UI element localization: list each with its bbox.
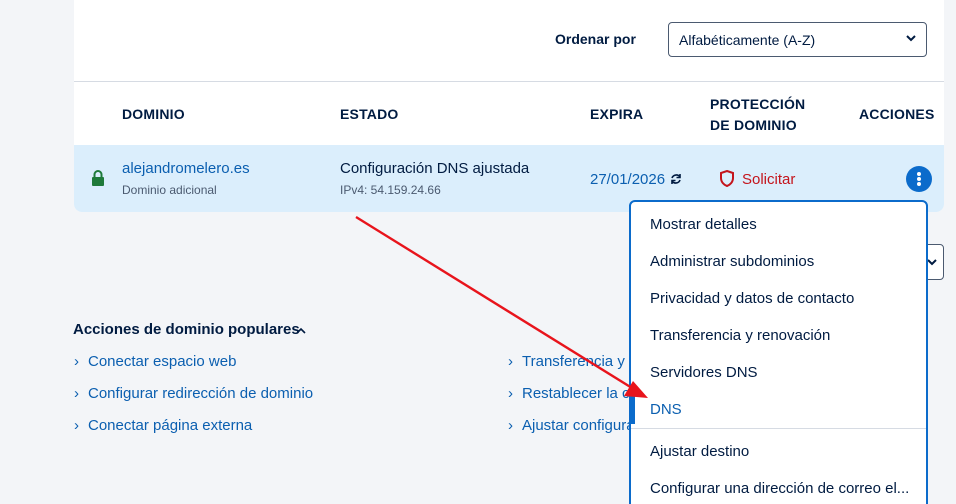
header-status: ESTADO [340,106,399,122]
chevron-right-icon: › [508,353,513,370]
actions-dropdown-menu: Mostrar detalles Administrar subdominios… [629,200,928,504]
chevron-right-icon: › [74,385,79,402]
popular-link-adjust-config[interactable]: › Ajustar configura [508,417,635,434]
menu-item-manage-subdomains[interactable]: Administrar subdominios [650,253,814,270]
chevron-right-icon: › [74,417,79,434]
popular-link-external-page[interactable]: › Conectar página externa [74,417,252,434]
expiry-date-link[interactable]: 27/01/2026 [590,171,665,188]
request-protection-link[interactable]: Solicitar [742,171,795,188]
header-domain: DOMINIO [122,106,185,122]
chevron-right-icon: › [508,417,513,434]
shield-icon [720,170,734,187]
popular-link-label: Restablecer la co [522,385,638,402]
popular-link-connect-webspace[interactable]: › Conectar espacio web [74,353,236,370]
domain-type: Dominio adicional [122,183,217,197]
active-indicator [631,396,635,424]
renew-icon [671,174,681,184]
header-actions: ACCIONES [859,106,935,122]
chevron-right-icon: › [74,353,79,370]
popular-link-label: Conectar página externa [88,417,253,434]
popular-link-transfer[interactable]: › Transferencia y r [508,353,634,370]
popular-link-label: Conectar espacio web [88,353,237,370]
popular-link-reset[interactable]: › Restablecer la co [508,385,638,402]
menu-item-dns-servers[interactable]: Servidores DNS [650,364,758,381]
header-protection-line1: PROTECCIÓN [710,96,806,112]
popular-link-redirect[interactable]: › Configurar redirección de dominio [74,385,313,402]
popular-link-label: Ajustar configura [522,417,635,434]
menu-item-show-details[interactable]: Mostrar detalles [650,216,757,233]
domain-name-link[interactable]: alejandromelero.es [122,160,250,177]
chevron-right-icon: › [508,385,513,402]
popular-link-label: Configurar redirección de dominio [88,385,314,402]
sort-select[interactable]: Alfabéticamente (A-Z) [668,22,927,57]
header-expires: EXPIRA [590,106,644,122]
domain-list-card: Ordenar por Alfabéticamente (A-Z) DOMINI… [74,0,944,212]
chevron-down-icon [906,35,916,42]
sort-bar: Ordenar por Alfabéticamente (A-Z) [74,0,944,82]
menu-item-dns[interactable]: DNS [650,401,682,418]
domain-status: Configuración DNS ajustada [340,160,530,177]
header-protection-line2: DE DOMINIO [710,117,797,133]
lock-icon [92,170,104,186]
popular-link-label: Transferencia y r [522,353,634,370]
more-actions-button[interactable] [906,166,932,192]
domain-status-detail: IPv4: 54.159.24.66 [340,183,441,197]
menu-item-configure-email[interactable]: Configurar una dirección de correo el... [650,480,909,497]
chevron-up-icon[interactable] [295,325,307,335]
sort-label: Ordenar por [555,31,636,47]
sort-select-value: Alfabéticamente (A-Z) [679,32,816,48]
table-header: DOMINIO ESTADO EXPIRA PROTECCIÓN DE DOMI… [74,82,944,144]
menu-item-transfer-renewal[interactable]: Transferencia y renovación [650,327,830,344]
popular-actions-title: Acciones de dominio populares [73,321,300,338]
menu-item-privacy-contact[interactable]: Privacidad y datos de contacto [650,290,854,307]
menu-item-adjust-destination[interactable]: Ajustar destino [650,443,749,460]
menu-divider [631,428,926,429]
